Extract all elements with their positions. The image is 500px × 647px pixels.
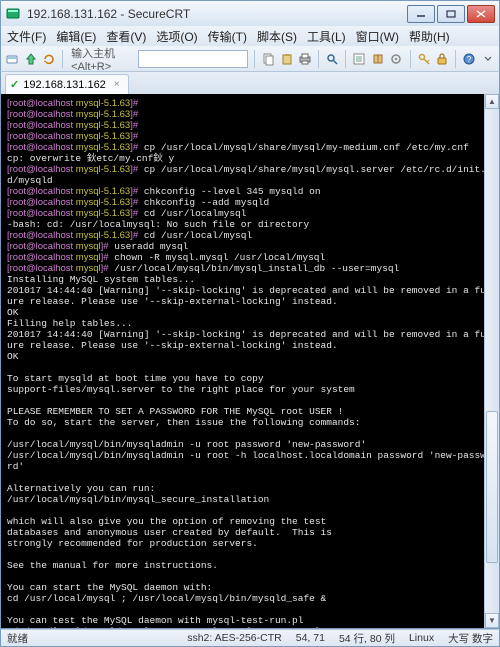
toolbar-separator [254, 50, 255, 68]
reconnect-icon[interactable] [42, 49, 56, 69]
connected-icon: ✓ [10, 78, 19, 91]
key-icon[interactable] [416, 49, 430, 69]
lock-icon[interactable] [435, 49, 449, 69]
tab-strip: ✓ 192.168.131.162 × [0, 72, 500, 94]
terminal-pane: [root@localhost mysql-5.1.63]# [root@loc… [0, 94, 500, 629]
toolbar-separator [318, 50, 319, 68]
scroll-up-icon[interactable]: ▲ [485, 94, 499, 109]
status-position: 54, 71 [296, 632, 325, 644]
scroll-track[interactable] [485, 109, 499, 613]
menu-tools[interactable]: 工具(L) [307, 28, 346, 45]
find-icon[interactable] [325, 49, 339, 69]
app-icon [5, 6, 21, 22]
tab-label: 192.168.131.162 [23, 79, 106, 91]
options-icon[interactable] [389, 49, 403, 69]
vertical-scrollbar[interactable]: ▲ ▼ [484, 94, 499, 628]
menu-options[interactable]: 选项(O) [156, 28, 197, 45]
print-icon[interactable] [298, 49, 312, 69]
host-label: 输入主机 <Alt+R> [71, 45, 134, 73]
menu-file[interactable]: 文件(F) [7, 28, 46, 45]
window-titlebar: 192.168.131.162 - SecureCRT [0, 0, 500, 26]
book-icon[interactable] [371, 49, 385, 69]
copy-icon[interactable] [261, 49, 275, 69]
window-title: 192.168.131.162 - SecureCRT [27, 7, 405, 21]
menu-window[interactable]: 窗口(W) [356, 28, 399, 45]
help-icon[interactable]: ? [462, 49, 476, 69]
status-ssh: ssh2: AES-256-CTR [187, 632, 282, 644]
scroll-down-icon[interactable]: ▼ [485, 613, 499, 628]
terminal-output: [root@localhost mysql-5.1.63]# [root@loc… [7, 98, 493, 628]
menu-transfer[interactable]: 传输(T) [208, 28, 247, 45]
toolbar-overflow-icon[interactable] [480, 49, 494, 69]
quick-connect-icon[interactable] [23, 49, 37, 69]
status-ready: 就绪 [7, 631, 28, 646]
status-caps: 大写 数字 [448, 631, 493, 646]
toolbar-separator [455, 50, 456, 68]
status-bar: 就绪 ssh2: AES-256-CTR 54, 71 54 行, 80 列 L… [0, 629, 500, 647]
properties-icon[interactable] [352, 49, 366, 69]
minimize-button[interactable] [407, 5, 435, 23]
menu-view[interactable]: 查看(V) [106, 28, 146, 45]
paste-icon[interactable] [279, 49, 293, 69]
menu-help[interactable]: 帮助(H) [409, 28, 450, 45]
menu-edit[interactable]: 编辑(E) [56, 28, 96, 45]
host-input[interactable] [138, 50, 248, 68]
close-button[interactable] [467, 5, 495, 23]
svg-text:?: ? [467, 55, 472, 64]
toolbar: 输入主机 <Alt+R> ? [0, 46, 500, 72]
toolbar-separator [62, 50, 63, 68]
tab-close-icon[interactable]: × [114, 79, 120, 90]
status-size: 54 行, 80 列 [339, 631, 395, 646]
status-term: Linux [409, 632, 434, 644]
terminal[interactable]: [root@localhost mysql-5.1.63]# [root@loc… [1, 94, 499, 628]
scroll-thumb[interactable] [486, 411, 498, 562]
menu-script[interactable]: 脚本(S) [257, 28, 297, 45]
session-tab[interactable]: ✓ 192.168.131.162 × [5, 74, 129, 94]
toolbar-separator [410, 50, 411, 68]
connect-icon[interactable] [5, 49, 19, 69]
maximize-button[interactable] [437, 5, 465, 23]
toolbar-separator [345, 50, 346, 68]
menu-bar: 文件(F) 编辑(E) 查看(V) 选项(O) 传输(T) 脚本(S) 工具(L… [0, 26, 500, 46]
